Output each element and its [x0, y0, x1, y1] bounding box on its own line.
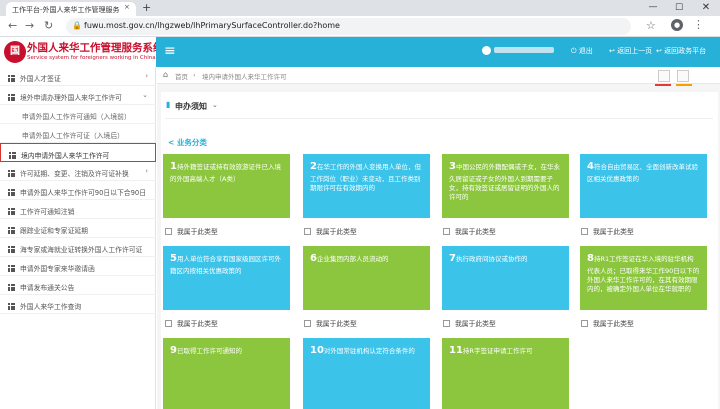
sidebar-item-expert-extension[interactable]: 跟踪业证和专家证延期 [0, 219, 156, 238]
divider [165, 118, 713, 119]
new-tab-button[interactable]: + [142, 1, 151, 14]
grid-icon [8, 189, 15, 196]
card-3-checkbox[interactable]: 我属于此类型 [443, 226, 496, 236]
sidebar-item-domestic-application[interactable]: 境内申请外国人来华工作许可 [0, 143, 156, 162]
grid-icon [8, 303, 15, 310]
browser-menu-icon[interactable]: ⋮ [693, 18, 704, 31]
card-6-checkbox[interactable]: 我属于此类型 [304, 318, 357, 328]
back-portal-link[interactable]: ↩ 返回政务平台 [656, 46, 706, 56]
chevron-down-icon[interactable]: ⌄ [212, 101, 218, 109]
checkbox-icon[interactable] [165, 228, 172, 235]
card-4-checkbox[interactable]: 我属于此类型 [581, 226, 634, 236]
site-subtitle: Service system for foreigners working in… [27, 55, 156, 61]
card-2-checkbox[interactable]: 我属于此类型 [304, 226, 357, 236]
bullet-icon: ▮ [166, 100, 171, 109]
home-icon[interactable]: ⌂ [163, 70, 168, 79]
site-logo-icon: 国 [4, 41, 26, 63]
sidebar-item-announcement[interactable]: 申请发布通关公告 [0, 276, 156, 295]
checkbox-icon[interactable] [165, 320, 172, 327]
category-card-9[interactable]: 9已取得工作许可通知的 [163, 338, 290, 409]
logout-link[interactable]: ⏻ 退出 [571, 46, 593, 56]
grid-icon [8, 265, 15, 272]
category-card-8[interactable]: 8持R1工作签证在华入境的驻华机构代表人员；已取得来华工作90日以下的外国人来华… [580, 246, 707, 310]
category-card-5[interactable]: 5用人单位符合享有国家级园区许可外籍区内按相关优惠政策的 [163, 246, 290, 310]
sidebar-item-permit-conversion[interactable]: 海专家或海就业证转换外国人工作许可证 [0, 238, 156, 257]
site-title: 外国人来华工作管理服务系统 [27, 42, 164, 54]
sidebar-item-overseas-application[interactable]: 境外申请办理外国人来华工作许可 ⌄ [0, 86, 156, 105]
grid-icon [8, 227, 15, 234]
checkbox-icon[interactable] [443, 320, 450, 327]
grid-icon [8, 94, 15, 101]
sidebar-subitem-permit-after-entry[interactable]: 申请外国人工作许可证（入境后） [0, 124, 156, 143]
grid-icon [8, 170, 15, 177]
card-8-checkbox[interactable]: 我属于此类型 [581, 318, 634, 328]
category-card-6[interactable]: 6企业集团内部人员流动的 [303, 246, 430, 310]
toolbar-button-b[interactable] [677, 70, 689, 82]
checkbox-icon[interactable] [304, 320, 311, 327]
toolbar-button-a[interactable] [658, 70, 670, 82]
sidebar-item-invitation-letter[interactable]: 申请外国专家来华邀请函 [0, 257, 156, 276]
category-card-11[interactable]: 11持R字签证申请工作许可 [442, 338, 569, 409]
chevron-down-icon: ⌄ [142, 91, 148, 99]
user-name-redacted [494, 47, 554, 53]
checkbox-icon[interactable] [581, 228, 588, 235]
window-close-button[interactable]: ✕ [692, 0, 720, 16]
checkbox-icon[interactable] [581, 320, 588, 327]
chevron-right-icon: › [145, 167, 148, 175]
back-icon[interactable]: ← [8, 19, 17, 32]
toolbar-accent-orange [676, 84, 692, 86]
browser-tab[interactable]: 工作平台-外国人来华工作管理服务 [6, 2, 136, 16]
chevron-right-icon: › [145, 72, 148, 80]
card-7-checkbox[interactable]: 我属于此类型 [443, 318, 496, 328]
tab-close-icon[interactable]: × [124, 3, 130, 11]
checkbox-icon[interactable] [443, 228, 450, 235]
address-bar[interactable]: fuwu.most.gov.cn/lhgzweb/lhPrimarySurfac… [66, 18, 631, 35]
hamburger-menu-icon[interactable]: ≡ [164, 43, 176, 59]
back-previous-link[interactable]: ↩ 返回上一页 [609, 46, 652, 56]
card-1-checkbox[interactable]: 我属于此类型 [165, 226, 218, 236]
grid-icon [9, 152, 16, 159]
lock-icon[interactable]: 🔒 [72, 21, 82, 30]
bookmark-star-icon[interactable]: ☆ [646, 19, 656, 32]
breadcrumb-home[interactable]: 首页 [175, 71, 188, 81]
sidebar: 外国人才签证 › 境外申请办理外国人来华工作许可 ⌄ 申请外国人工作许可通知（入境前… [0, 67, 156, 409]
reload-icon[interactable]: ↻ [44, 19, 53, 32]
category-card-2[interactable]: 2在华工作的外国人变换用人单位，但工作岗位（职业）未变动，且工作类别期限许可在有… [303, 154, 430, 218]
grid-icon [8, 284, 15, 291]
breadcrumb-separator: › [193, 71, 196, 79]
sidebar-subitem-notice-before-entry[interactable]: 申请外国人工作许可通知（入境前） [0, 105, 156, 124]
window-minimize-button[interactable]: — [640, 0, 666, 16]
category-card-4[interactable]: 4符合自由贸易区、全面创新改革试验区相关优惠政策的 [580, 154, 707, 218]
category-card-3[interactable]: 3中国公民的外籍配偶或子女，在华永久居留证或子女的外国人到期需要子女，持有效签证… [442, 154, 569, 218]
sidebar-item-90-day-permit[interactable]: 申请外国人来华工作许可90日以下合90日 [0, 181, 156, 200]
grid-icon [8, 208, 15, 215]
sidebar-item-query[interactable]: 外国人来华工作查询 [0, 295, 156, 314]
breadcrumb-current: 境内申请外国人来华工作许可 [202, 73, 287, 81]
forward-icon[interactable]: → [25, 19, 34, 32]
category-title: < 业务分类 [168, 138, 207, 147]
category-card-10[interactable]: 10对外国常驻机构认定符合条件的 [303, 338, 430, 409]
window-maximize-button[interactable]: ☐ [666, 0, 692, 16]
user-icon [482, 46, 491, 55]
notice-title[interactable]: 申办须知 [175, 101, 207, 112]
sidebar-item-extension-change[interactable]: 许可延期、变更、注销及许可证补换 › [0, 162, 156, 181]
grid-icon [8, 246, 15, 253]
sidebar-item-notice-cancel[interactable]: 工作许可通知注销 [0, 200, 156, 219]
profile-avatar[interactable]: ● [671, 19, 683, 31]
grid-icon [8, 75, 15, 82]
category-card-1[interactable]: 1持外籍签证或持有效旅游证件已入境的外国高端人才（A类） [163, 154, 290, 218]
category-card-7[interactable]: 7执行政府间协议或协作的 [442, 246, 569, 310]
sidebar-item-talent-visa[interactable]: 外国人才签证 › [0, 67, 156, 86]
card-5-checkbox[interactable]: 我属于此类型 [165, 318, 218, 328]
checkbox-icon[interactable] [304, 228, 311, 235]
toolbar-accent-red [655, 84, 671, 86]
